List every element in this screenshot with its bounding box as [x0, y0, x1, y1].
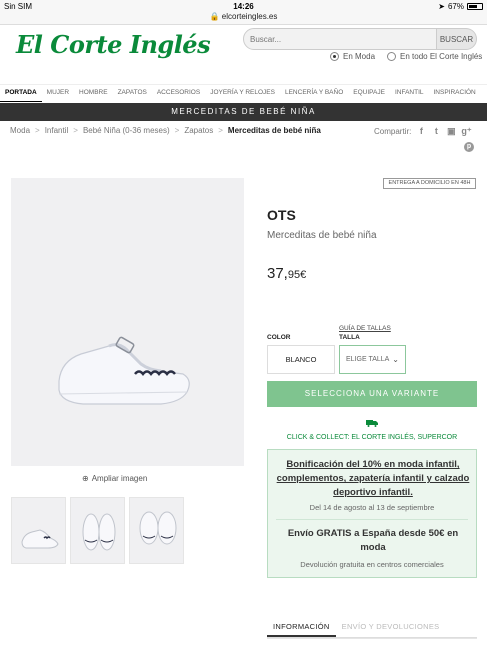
nav-item-infantil[interactable]: INFANTIL	[390, 85, 429, 102]
breadcrumb-item[interactable]: Bebé Niña (0-36 meses)	[83, 126, 170, 135]
chevron-right-icon: >	[174, 126, 180, 135]
twitter-icon[interactable]: t	[431, 126, 441, 136]
scope-label: En Moda	[343, 52, 376, 61]
promo-box: Bonificación del 10% en moda infantil, c…	[267, 449, 477, 578]
promo-divider	[276, 519, 468, 520]
product-price: 37,95€	[267, 265, 306, 282]
facebook-icon[interactable]: f	[416, 126, 426, 136]
shoe-illustration	[58, 336, 190, 405]
search-bar: BUSCAR	[243, 28, 477, 50]
nav-item-mujer[interactable]: MUJER	[42, 85, 74, 102]
url-text: elcorteingles.es	[221, 12, 278, 21]
clock: 14:26	[233, 2, 254, 11]
zoom-link[interactable]: ⊕ Ampliar imagen	[82, 474, 147, 483]
breadcrumb-item[interactable]: Zapatos	[184, 126, 213, 135]
search-button[interactable]: BUSCAR	[437, 28, 477, 50]
product-brand[interactable]: OTS	[267, 207, 296, 223]
nav-item-lenceria[interactable]: LENCERÍA Y BAÑO	[280, 85, 348, 102]
chevron-right-icon: >	[35, 126, 40, 135]
color-option[interactable]: BLANCO	[267, 345, 335, 374]
category-banner: MERCEDITAS DE BEBÉ NIÑA	[0, 103, 487, 121]
breadcrumb-current: Merceditas de bebé niña	[227, 126, 321, 135]
tab-envio-devoluciones[interactable]: ENVÍO Y DEVOLUCIONES	[336, 620, 446, 637]
size-select-value: ELIGE TALLA	[346, 356, 390, 363]
scope-label: En todo El Corte Inglés	[400, 52, 483, 61]
store-logo[interactable]: El Corte Inglés	[16, 30, 211, 59]
gallery-thumbnail[interactable]	[129, 497, 184, 564]
chevron-right-icon: >	[73, 126, 78, 135]
size-label: TALLA	[339, 334, 360, 341]
tuenti-icon[interactable]: ▣	[446, 126, 456, 136]
color-label: COLOR	[267, 334, 291, 341]
share-bar: Compartir: f t ▣ g⁺	[374, 126, 472, 136]
promo-dates: Del 14 de agosto al 13 de septiembre	[309, 503, 435, 512]
returns-text: Devolución gratuita en centros comercial…	[300, 560, 444, 569]
click-collect-info[interactable]: CLICK & COLLECT: EL CORTE INGLÉS, SUPERC…	[267, 434, 477, 441]
tab-informacion[interactable]: INFORMACIÓN	[267, 620, 336, 637]
price-integer: 37,	[267, 265, 288, 282]
radio-unchecked-icon	[387, 52, 397, 61]
nav-item-zapatos[interactable]: ZAPATOS	[113, 85, 152, 102]
size-guide-link[interactable]: GUÍA DE TALLAS	[339, 325, 391, 332]
location-icon: ➤	[438, 2, 445, 11]
radio-checked-icon	[330, 52, 339, 61]
nav-item-equipaje[interactable]: EQUIPAJE	[348, 85, 390, 102]
pinterest-icon[interactable]: p	[464, 142, 474, 152]
google-plus-icon[interactable]: g⁺	[461, 126, 471, 136]
truck-icon	[366, 420, 378, 427]
delivery-badge: ENTREGA A DOMICILIO EN 48H	[383, 178, 476, 189]
scope-option-moda[interactable]: En Moda	[330, 52, 375, 61]
gallery-thumbnail[interactable]	[70, 497, 125, 564]
nav-item-joyeria[interactable]: JOYERÍA Y RELOJES	[205, 85, 280, 102]
scope-option-all[interactable]: En todo El Corte Inglés	[387, 52, 482, 61]
breadcrumb: Moda > Infantil > Bebé Niña (0-36 meses) > …	[10, 126, 321, 135]
free-shipping-text: Envío GRATIS a España desde 50€ en moda	[287, 528, 459, 553]
gallery-thumbnail[interactable]	[11, 497, 66, 564]
product-tabs: INFORMACIÓN ENVÍO Y DEVOLUCIONES	[267, 620, 477, 638]
lock-icon: 🔒	[209, 12, 220, 21]
battery-indicator: ➤ 67%	[438, 2, 483, 11]
battery-percent: 67%	[447, 2, 464, 11]
breadcrumb-item[interactable]: Infantil	[45, 126, 69, 135]
search-input[interactable]	[243, 28, 437, 50]
promo-title[interactable]: Bonificación del 10% en moda infantil, c…	[276, 458, 470, 500]
chevron-right-icon: >	[218, 126, 223, 135]
battery-icon	[467, 3, 483, 10]
address-bar[interactable]: 🔒 elcorteingles.es	[0, 12, 487, 25]
price-decimals: 95€	[287, 269, 307, 281]
search-scope: En Moda En todo El Corte Inglés	[330, 52, 482, 61]
nav-item-accesorios[interactable]: ACCESORIOS	[152, 85, 205, 102]
size-select[interactable]: ELIGE TALLA ⌄	[339, 345, 406, 374]
breadcrumb-item[interactable]: Moda	[10, 126, 30, 135]
main-nav: PORTADA MUJER HOMBRE ZAPATOS ACCESORIOS …	[0, 84, 487, 102]
zoom-in-icon: ⊕	[82, 474, 89, 483]
select-variant-button[interactable]: SELECCIONA UNA VARIANTE	[267, 381, 477, 407]
nav-item-hombre[interactable]: HOMBRE	[74, 85, 113, 102]
nav-item-portada[interactable]: PORTADA	[0, 85, 42, 102]
zoom-label: Ampliar imagen	[91, 474, 148, 483]
product-name: Merceditas de bebé niña	[267, 230, 377, 241]
divider	[267, 638, 477, 639]
nav-item-inspiracion[interactable]: INSPIRACIÓN	[429, 85, 481, 102]
chevron-down-icon: ⌄	[392, 355, 399, 364]
share-label: Compartir:	[374, 126, 412, 136]
product-main-image[interactable]	[11, 178, 244, 466]
